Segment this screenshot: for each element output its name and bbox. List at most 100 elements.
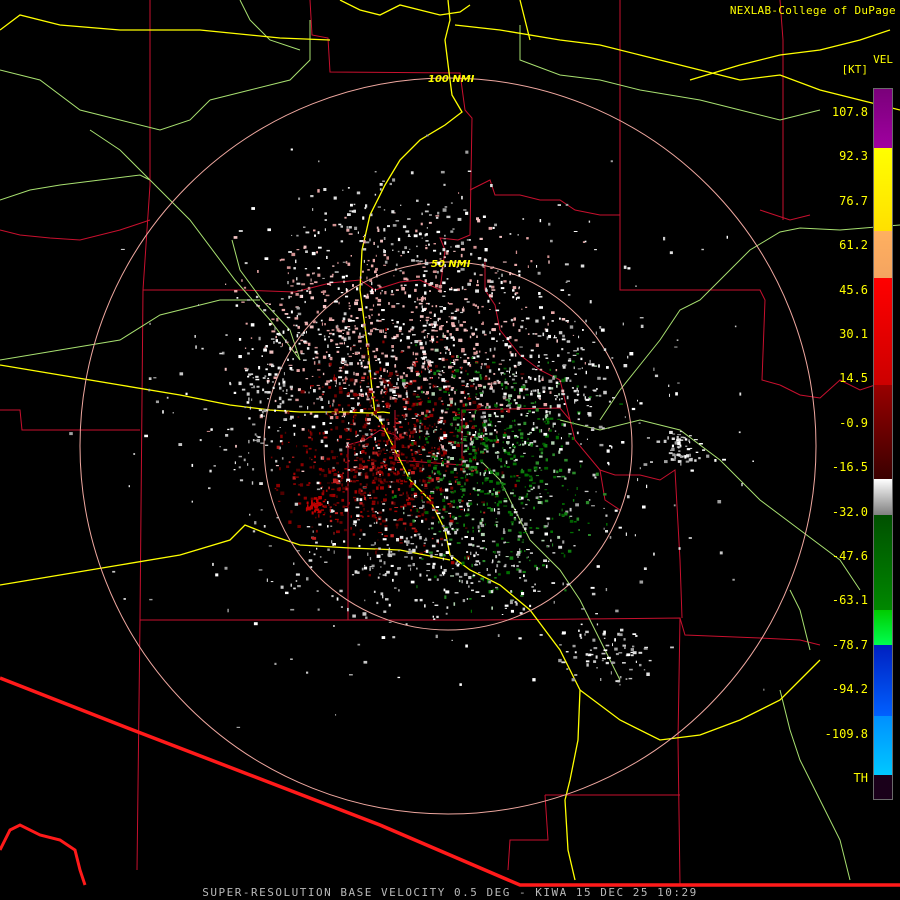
echo-pixel — [323, 505, 327, 508]
echo-pixel — [412, 392, 416, 396]
echo-pixel — [392, 437, 394, 439]
echo-pixel — [376, 554, 381, 558]
echo-pixel — [394, 364, 397, 368]
echo-pixel — [336, 502, 340, 504]
echo-pixel — [506, 370, 509, 372]
echo-pixel — [349, 428, 352, 432]
echo-pixel — [448, 512, 452, 514]
echo-pixel — [504, 604, 509, 607]
echo-pixel — [532, 486, 535, 489]
echo-pixel — [349, 674, 353, 676]
echo-pixel — [386, 386, 388, 388]
echo-pixel — [436, 341, 439, 343]
echo-pixel — [347, 392, 350, 394]
echo-pixel — [339, 342, 344, 345]
echo-pixel — [555, 435, 559, 440]
echo-pixel — [370, 377, 374, 380]
echo-pixel — [366, 413, 370, 417]
echo-pixel — [442, 208, 447, 212]
echo-pixel — [347, 326, 351, 328]
echo-pixel — [383, 254, 387, 257]
echo-pixel — [440, 409, 444, 413]
echo-pixel — [559, 644, 562, 646]
echo-pixel — [296, 249, 300, 251]
echo-pixel — [386, 370, 388, 373]
echo-pixel — [441, 450, 446, 452]
echo-pixel — [195, 345, 197, 349]
echo-pixel — [482, 411, 486, 415]
echo-pixel — [318, 360, 321, 364]
echo-pixel — [298, 502, 302, 505]
echo-pixel — [458, 505, 463, 508]
echo-pixel — [495, 586, 498, 589]
map-background — [0, 0, 900, 900]
echo-pixel — [484, 470, 487, 472]
echo-pixel — [514, 435, 518, 437]
echo-pixel — [431, 455, 436, 458]
echo-pixel — [424, 604, 426, 608]
echo-pixel — [381, 352, 384, 355]
echo-pixel — [330, 428, 333, 431]
echo-pixel — [375, 399, 379, 402]
echo-pixel — [574, 651, 577, 654]
echo-pixel — [443, 553, 446, 557]
echo-pixel — [257, 305, 260, 307]
echo-pixel — [408, 382, 413, 385]
echo-pixel — [249, 513, 251, 516]
echo-pixel — [461, 380, 465, 383]
echo-pixel — [421, 305, 423, 309]
echo-pixel — [417, 398, 422, 400]
echo-pixel — [384, 465, 386, 467]
echo-pixel — [495, 435, 498, 438]
echo-pixel — [387, 384, 389, 387]
echo-pixel — [394, 364, 396, 366]
echo-pixel — [276, 445, 280, 449]
echo-pixel — [295, 398, 299, 402]
echo-pixel — [565, 320, 569, 322]
echo-pixel — [372, 472, 375, 477]
echo-pixel — [341, 415, 344, 417]
echo-pixel — [376, 447, 381, 449]
echo-pixel — [427, 333, 430, 335]
echo-pixel — [572, 471, 576, 475]
echo-pixel — [503, 372, 506, 375]
echo-pixel — [378, 511, 382, 514]
echo-pixel — [538, 292, 541, 295]
echo-pixel — [309, 325, 314, 329]
echo-pixel — [475, 591, 480, 593]
echo-pixel — [591, 592, 596, 596]
echo-pixel — [515, 250, 518, 254]
echo-pixel — [336, 482, 341, 485]
echo-pixel — [258, 336, 261, 341]
echo-pixel — [558, 433, 560, 435]
echo-pixel — [601, 660, 604, 662]
echo-pixel — [382, 329, 384, 333]
echo-pixel — [626, 653, 631, 656]
echo-pixel — [363, 372, 367, 376]
echo-pixel — [314, 350, 318, 354]
echo-pixel — [338, 386, 343, 390]
echo-pixel — [515, 292, 519, 294]
echo-pixel — [614, 647, 618, 651]
echo-pixel — [301, 470, 305, 472]
echo-pixel — [382, 538, 387, 541]
echo-pixel — [536, 566, 538, 571]
echo-pixel — [540, 451, 544, 455]
echo-pixel — [331, 329, 335, 331]
echo-pixel — [401, 444, 404, 447]
echo-pixel — [274, 373, 278, 376]
echo-pixel — [510, 599, 514, 601]
echo-pixel — [342, 189, 344, 191]
echo-pixel — [465, 478, 469, 482]
echo-pixel — [414, 520, 416, 522]
echo-pixel — [324, 212, 327, 215]
echo-pixel — [375, 441, 377, 443]
echo-pixel — [417, 262, 422, 264]
echo-pixel — [369, 566, 373, 568]
echo-pixel — [436, 369, 440, 373]
echo-pixel — [451, 568, 454, 570]
echo-pixel — [432, 615, 434, 618]
echo-pixel — [446, 250, 449, 253]
echo-pixel — [256, 385, 260, 388]
echo-pixel — [381, 290, 383, 292]
